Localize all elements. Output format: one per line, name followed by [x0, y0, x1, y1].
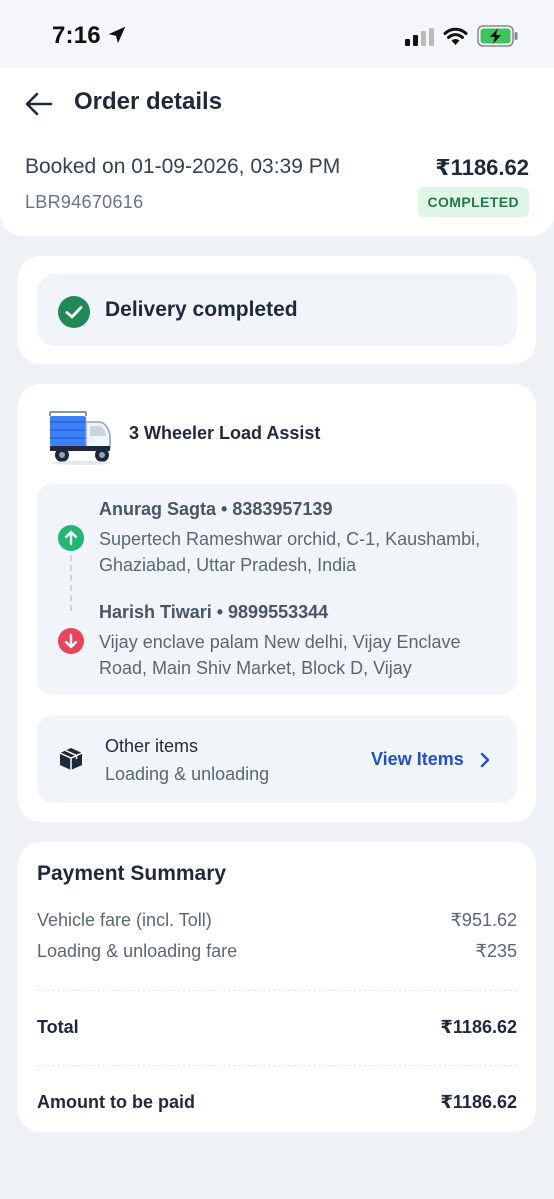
payment-summary-card: Payment Summary Vehicle fare (incl. Toll…	[18, 842, 536, 1132]
pickup-address: Supertech Rameshwar orchid, C-1, Kausham…	[99, 529, 481, 575]
three-wheeler-truck-icon	[49, 411, 112, 465]
location-arrow-icon	[108, 26, 126, 44]
vehicle-fare-value: ₹951.62	[450, 910, 517, 930]
pickup-arrow-up-icon	[58, 525, 84, 551]
status-time: 7:16	[52, 22, 101, 49]
pickup-contact: Anurag Sagta • 8383957139	[99, 499, 332, 520]
total-value: ₹1186.62	[440, 1017, 517, 1037]
other-items-row[interactable]: Other items Loading & unloading View Ite…	[37, 715, 517, 803]
booked-on-text: Booked on 01-09-2026, 03:39 PM	[25, 155, 341, 178]
cellular-signal-icon	[405, 28, 434, 46]
drop-name: Harish Tiwari	[99, 602, 212, 622]
delivery-status-text: Delivery completed	[105, 298, 298, 321]
trip-details-card: 3 Wheeler Load Assist Anurag Sagta • 838…	[18, 384, 536, 822]
order-id: LBR94670616	[25, 192, 144, 212]
other-items-subtitle: Loading & unloading	[105, 764, 270, 784]
order-amount: ₹1186.62	[435, 155, 529, 180]
status-bar: 7:16	[0, 0, 554, 68]
back-arrow-icon[interactable]	[24, 90, 54, 118]
divider	[37, 1065, 517, 1066]
loading-fare-value: ₹235	[475, 941, 517, 961]
route-box: Anurag Sagta • 8383957139 Supertech Rame…	[37, 483, 517, 695]
delivery-status-banner: Delivery completed	[37, 274, 517, 346]
status-badge: COMPLETED	[417, 187, 529, 217]
vehicle-fare-label: Vehicle fare (incl. Toll)	[37, 910, 212, 930]
loading-fare-label: Loading & unloading fare	[37, 941, 238, 961]
route-connector-line	[70, 555, 72, 611]
other-items-title: Other items	[105, 736, 199, 756]
drop-arrow-down-icon	[58, 628, 84, 654]
chevron-right-icon[interactable]	[477, 751, 493, 769]
delivery-status-card: Delivery completed	[18, 256, 536, 364]
total-label: Total	[37, 1017, 79, 1037]
pickup-name: Anurag Sagta	[99, 499, 217, 519]
package-box-icon	[59, 748, 83, 770]
battery-charging-icon	[477, 25, 518, 47]
drop-contact: Harish Tiwari • 9899553344	[99, 602, 328, 623]
amount-to-pay-value: ₹1186.62	[440, 1092, 517, 1112]
drop-phone[interactable]: • 9899553344	[217, 602, 328, 622]
vehicle-name: 3 Wheeler Load Assist	[129, 423, 321, 443]
view-items-link[interactable]: View Items	[371, 749, 464, 770]
page-title: Order details	[74, 88, 223, 115]
drop-address: Vijay enclave palam New delhi, Vijay Enc…	[99, 632, 461, 678]
wifi-icon	[443, 27, 468, 45]
divider	[37, 990, 517, 991]
check-circle-icon	[58, 296, 90, 328]
payment-summary-title: Payment Summary	[37, 862, 227, 885]
pickup-phone[interactable]: • 8383957139	[221, 499, 332, 519]
amount-to-pay-label: Amount to be paid	[37, 1092, 195, 1112]
